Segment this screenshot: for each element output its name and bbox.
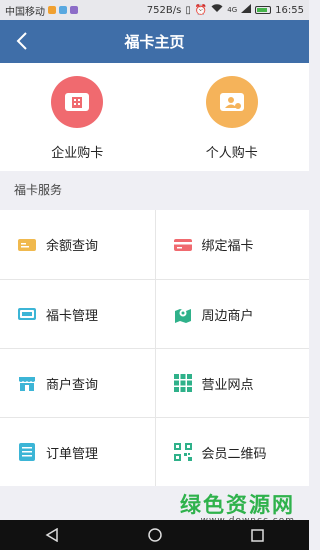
shop-search-button[interactable]: 商户查询 <box>0 349 155 417</box>
battery-level <box>257 8 268 12</box>
clock-time: 16:55 <box>275 4 304 16</box>
nearby-merchant-label: 周边商户 <box>201 308 254 324</box>
status-bar: 中国移动 752B/s ▯ ⏰ 4G 16:55 <box>0 0 309 20</box>
order-icon <box>18 443 36 461</box>
nav-recent-button[interactable] <box>243 525 273 545</box>
balance-query-button[interactable]: 余额查询 <box>0 210 155 279</box>
card-manage-icon <box>18 305 36 323</box>
back-button[interactable] <box>8 27 36 55</box>
card-manage-button[interactable]: 福卡管理 <box>0 280 155 348</box>
services-grid: 余额查询 绑定福卡 福卡管理 周边商户 商户查询 营业网点 订单管理 会员二维码 <box>0 210 309 486</box>
enterprise-purchase-button[interactable]: 企业购卡 <box>0 63 155 171</box>
enterprise-card-icon <box>51 76 104 128</box>
bind-card-label: 绑定福卡 <box>201 239 254 254</box>
bind-card-icon <box>173 236 192 254</box>
nav-back-button[interactable] <box>37 525 67 545</box>
back-nav-icon <box>45 528 58 542</box>
services-row: 福卡管理 周边商户 <box>0 279 309 348</box>
services-row: 余额查询 绑定福卡 <box>0 210 309 279</box>
notification-app-icon <box>48 6 56 14</box>
alarm-icon: ⏰ <box>194 4 208 16</box>
back-icon <box>16 32 27 50</box>
bind-card-button[interactable]: 绑定福卡 <box>154 210 310 279</box>
network-type: 4G <box>227 6 238 14</box>
signal-icon <box>241 4 252 16</box>
balance-query-label: 余额查询 <box>46 239 99 254</box>
qrcode-icon <box>173 443 192 461</box>
home-nav-icon <box>147 528 162 542</box>
network-speed: 752B/s <box>146 4 182 16</box>
personal-purchase-button[interactable]: 个人购卡 <box>155 63 310 171</box>
services-section-title: 福卡服务 <box>14 183 63 197</box>
watermark-text: 绿色资源网 <box>180 493 295 517</box>
balance-icon <box>18 236 36 254</box>
services-row: 订单管理 会员二维码 <box>0 417 309 486</box>
app-header: 福卡主页 <box>0 20 309 63</box>
wifi-icon <box>211 4 223 16</box>
shop-search-icon <box>18 374 36 392</box>
vibrate-icon: ▯ <box>185 4 191 16</box>
order-manage-button[interactable]: 订单管理 <box>0 418 155 486</box>
purchase-section: 企业购卡 个人购卡 <box>0 63 309 171</box>
services-row: 商户查询 营业网点 <box>0 348 309 417</box>
personal-card-icon <box>205 76 258 128</box>
carrier-label: 中国移动 <box>5 6 45 18</box>
battery-icon <box>255 6 272 14</box>
notification-app-icon <box>59 6 67 14</box>
member-qrcode-label: 会员二维码 <box>201 446 267 462</box>
page-title: 福卡主页 <box>124 33 185 51</box>
recent-nav-icon <box>251 528 264 542</box>
order-manage-label: 订单管理 <box>46 446 99 462</box>
branch-outlet-button[interactable]: 营业网点 <box>154 349 310 417</box>
system-nav-bar <box>0 520 309 550</box>
nearby-merchant-button[interactable]: 周边商户 <box>154 280 310 348</box>
card-manage-label: 福卡管理 <box>46 308 99 324</box>
branch-outlet-label: 营业网点 <box>201 377 254 393</box>
nav-home-button[interactable] <box>140 525 170 545</box>
nearby-merchant-icon <box>174 305 192 323</box>
shop-search-label: 商户查询 <box>46 377 99 393</box>
notification-app-icon <box>70 6 78 14</box>
personal-purchase-label: 个人购卡 <box>205 146 258 161</box>
enterprise-purchase-label: 企业购卡 <box>51 146 104 161</box>
branch-grid-icon <box>173 374 192 392</box>
member-qrcode-button[interactable]: 会员二维码 <box>154 418 310 486</box>
